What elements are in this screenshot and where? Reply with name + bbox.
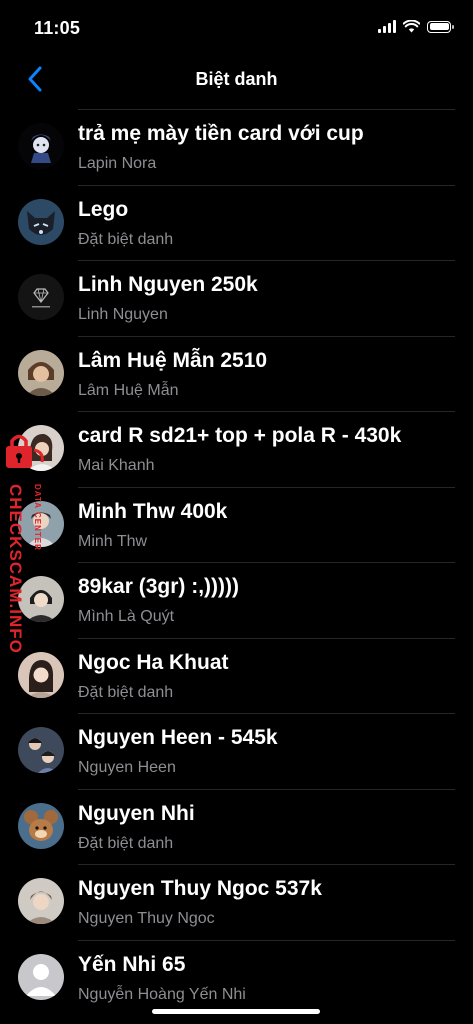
contact-name: Mình Là Quýt bbox=[78, 608, 175, 625]
list-item[interactable]: Lâm Huệ Mẫn 2510 Lâm Huệ Mẫn bbox=[0, 335, 473, 412]
contact-name: Nguyễn Hoàng Yến Nhi bbox=[78, 985, 246, 1003]
nickname-text: Nguyen Thuy Ngoc 537k bbox=[78, 877, 322, 900]
nickname-text: Linh Nguyen 250k bbox=[78, 273, 258, 296]
status-time: 11:05 bbox=[34, 18, 81, 38]
person-photo-avatar bbox=[18, 500, 64, 547]
nickname-text: Minh Thw 400k bbox=[78, 499, 228, 523]
contact-name: Đặt biệt danh bbox=[78, 230, 174, 248]
person-photo-avatar bbox=[18, 727, 64, 773]
home-indicator bbox=[152, 1009, 320, 1014]
list-item[interactable]: Minh Thw 400k Minh Thw bbox=[0, 486, 473, 563]
list-item[interactable]: Nguyen Nhi Đặt biệt danh bbox=[0, 788, 473, 865]
nickname-list: trả mẹ mày tiền card với cup Lapin Nora … bbox=[0, 109, 473, 1015]
list-item[interactable]: Yến Nhi 65 Nguyễn Hoàng Yến Nhi bbox=[0, 939, 473, 1016]
person-photo-avatar bbox=[18, 576, 64, 622]
nav-bar: Biệt danh bbox=[0, 54, 473, 106]
list-item[interactable]: Nguyen Thuy Ngoc 537k Nguyen Thuy Ngoc bbox=[0, 864, 473, 940]
list-item[interactable]: Nguyen Heen - 545k Nguyen Heen bbox=[0, 713, 473, 789]
list-item[interactable]: 89kar (3gr) :,))))) Mình Là Quýt bbox=[0, 562, 473, 638]
contact-name: Mai Khanh bbox=[78, 457, 155, 474]
contact-name: Linh Nguyen bbox=[78, 306, 168, 323]
contact-name: Đặt biệt danh bbox=[78, 834, 174, 852]
nickname-text: trả mẹ mày tiền card với cup bbox=[78, 122, 364, 145]
list-item[interactable]: Ngoc Ha Khuat Đặt biệt danh bbox=[0, 637, 473, 714]
nickname-text: card R sd21+ top + pola R - 430k bbox=[78, 424, 402, 447]
nickname-text: Lego bbox=[78, 197, 129, 221]
person-photo-avatar bbox=[18, 349, 64, 396]
person-photo-avatar bbox=[18, 651, 64, 698]
person-photo-avatar bbox=[18, 425, 64, 471]
contact-name: Đặt biệt danh bbox=[78, 683, 174, 701]
list-item[interactable]: trả mẹ mày tiền card với cup Lapin Nora bbox=[0, 109, 473, 185]
list-item[interactable]: Lego Đặt biệt danh bbox=[0, 184, 473, 261]
person-photo-avatar bbox=[18, 878, 64, 924]
list-item[interactable]: card R sd21+ top + pola R - 430k Mai Kha… bbox=[0, 411, 473, 487]
cartoon-mouse-avatar bbox=[18, 802, 64, 849]
list-item[interactable]: Linh Nguyen 250k Linh Nguyen bbox=[0, 260, 473, 336]
battery-icon bbox=[427, 20, 454, 33]
nickname-text: Nguyen Nhi bbox=[78, 801, 195, 825]
default-user-avatar bbox=[18, 953, 64, 1000]
contact-name: Lapin Nora bbox=[78, 155, 157, 172]
contact-name: Lâm Huệ Mẫn bbox=[78, 381, 179, 399]
contact-name: Nguyen Thuy Ngoc bbox=[78, 910, 215, 927]
cellular-signal-icon bbox=[378, 20, 396, 33]
diamond-logo-avatar bbox=[18, 274, 64, 320]
nickname-text: Nguyen Heen - 545k bbox=[78, 726, 278, 749]
page-title: Biệt danh bbox=[195, 69, 278, 89]
nickname-text: Ngoc Ha Khuat bbox=[78, 650, 229, 674]
nickname-text: Lâm Huệ Mẫn 2510 bbox=[78, 348, 268, 372]
nickname-text: 89kar (3gr) :,))))) bbox=[78, 575, 240, 598]
nickname-text: Yến Nhi 65 bbox=[78, 952, 186, 976]
status-icons bbox=[378, 20, 454, 33]
status-bar: 11:05 bbox=[0, 0, 473, 54]
contact-name: Nguyen Heen bbox=[78, 759, 176, 776]
wifi-icon bbox=[403, 20, 420, 33]
cat-avatar bbox=[18, 198, 64, 245]
anime-character-avatar bbox=[18, 123, 64, 169]
contact-name: Minh Thw bbox=[78, 532, 148, 550]
